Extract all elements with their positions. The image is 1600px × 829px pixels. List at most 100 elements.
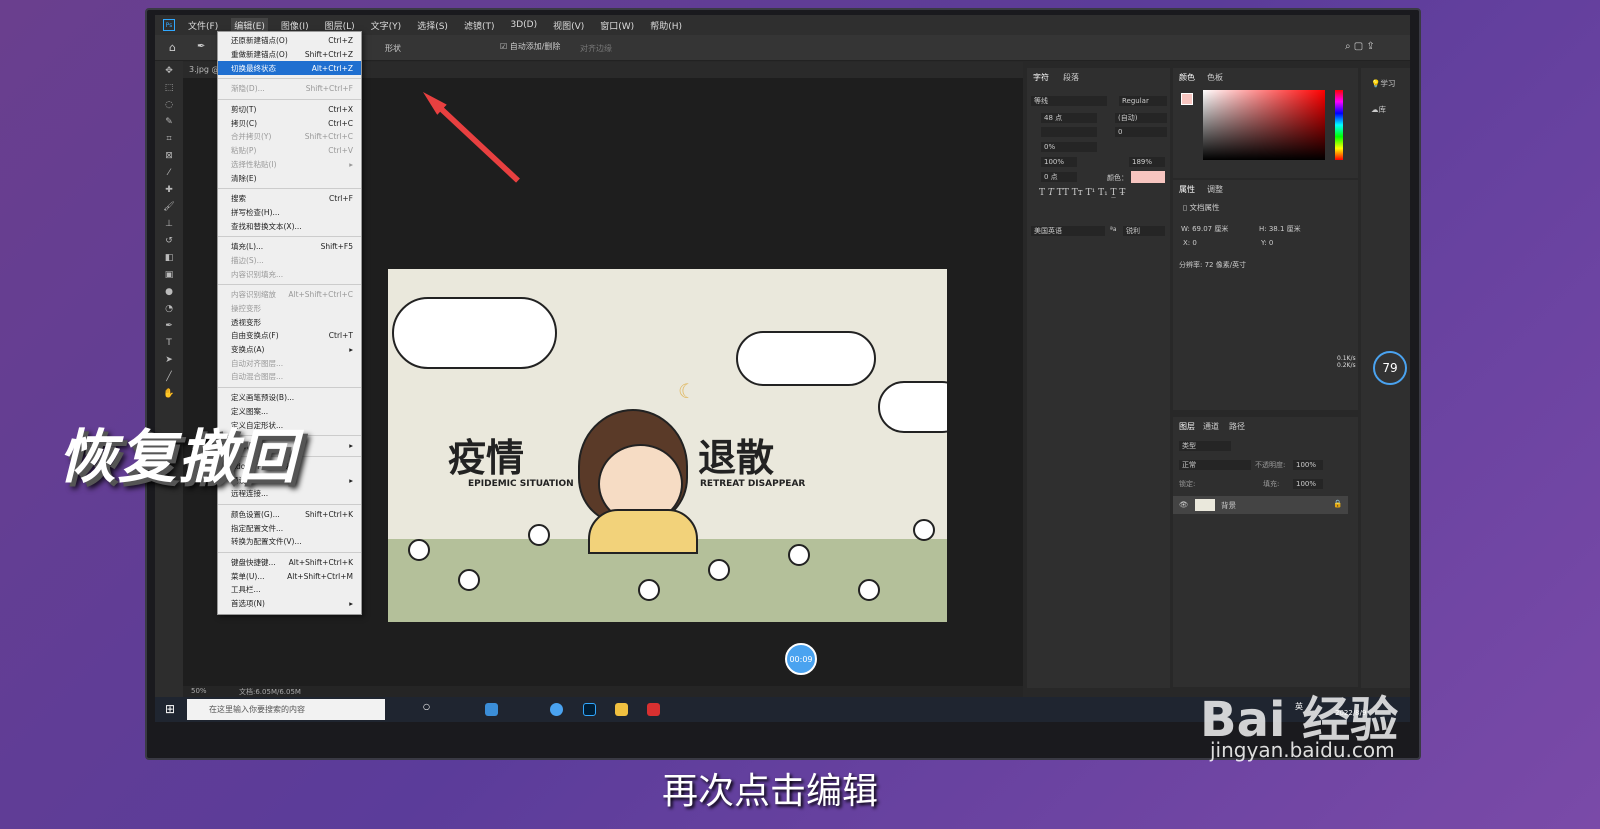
type-icon[interactable]: T xyxy=(162,338,176,350)
edit-menu-item[interactable]: 键盘快捷键... Alt+Shift+Ctrl+K xyxy=(218,556,361,570)
path-select-icon[interactable]: ➤ xyxy=(162,355,176,367)
tab-adjustments[interactable]: 调整 xyxy=(1207,184,1223,195)
hue-slider[interactable] xyxy=(1335,90,1343,160)
layer-row-background[interactable]: 👁 背景 🔒 xyxy=(1173,496,1348,514)
quick-select-icon[interactable]: ✎ xyxy=(162,117,176,129)
dodge-icon[interactable]: ◔ xyxy=(162,304,176,316)
edit-menu-item[interactable]: 填充(L)... Shift+F5 xyxy=(218,240,361,254)
align-edges-checkbox[interactable]: 对齐边缘 xyxy=(580,43,612,54)
kerning-input[interactable] xyxy=(1041,127,1097,137)
tab-character[interactable]: 字符 xyxy=(1033,72,1049,83)
edit-menu-item[interactable]: 合并拷贝(Y) Shift+Ctrl+C xyxy=(218,130,361,144)
edit-menu-item[interactable]: 转换为配置文件(V)... xyxy=(218,535,361,549)
tab-channels[interactable]: 通道 xyxy=(1203,421,1219,432)
auto-add-checkbox[interactable]: ☑ 自动添加/删除 xyxy=(500,41,560,52)
edit-menu-item[interactable]: 粘贴(P) Ctrl+V xyxy=(218,144,361,158)
marquee-tool-icon[interactable]: ⬚ xyxy=(162,83,176,95)
tab-layers[interactable]: 图层 xyxy=(1179,421,1195,432)
line-icon[interactable]: ╱ xyxy=(162,372,176,384)
tab-paths[interactable]: 路径 xyxy=(1229,421,1245,432)
home-icon[interactable]: ⌂ xyxy=(169,41,176,54)
edit-menu-item[interactable]: 查找和替换文本(X)... xyxy=(218,219,361,233)
edit-menu-item[interactable]: 颜色设置(G)... Shift+Ctrl+K xyxy=(218,508,361,522)
edit-menu-item[interactable]: 工具栏... xyxy=(218,583,361,597)
edit-menu-item[interactable]: 定义画笔预设(B)... xyxy=(218,391,361,405)
pen-icon[interactable]: ✒ xyxy=(162,321,176,333)
foreground-color[interactable] xyxy=(1181,93,1193,105)
edit-menu-item[interactable]: 切换最终状态 Alt+Ctrl+Z xyxy=(218,61,361,76)
fill-input[interactable]: 100% xyxy=(1293,479,1323,489)
blur-icon[interactable]: ● xyxy=(162,287,176,299)
gradient-icon[interactable]: ▣ xyxy=(162,270,176,282)
edit-menu-item[interactable]: 搜索 Ctrl+F xyxy=(218,192,361,206)
menu-0[interactable]: 文件(F) xyxy=(185,18,221,33)
photoshop-taskbar-icon[interactable] xyxy=(583,703,596,716)
color-field[interactable] xyxy=(1203,90,1325,160)
cortana-icon[interactable]: ○ xyxy=(423,702,430,711)
zoom-level[interactable]: 50% xyxy=(191,687,207,695)
edit-menu-item[interactable]: 自动对齐图层... xyxy=(218,356,361,370)
blend-mode-select[interactable]: 正常 xyxy=(1179,460,1251,470)
edit-menu-item[interactable]: 内容识别填充... xyxy=(218,267,361,281)
edit-menu-item[interactable]: 选择性粘贴(I) ▸ xyxy=(218,158,361,172)
learn-button[interactable]: 💡学习 xyxy=(1371,78,1395,89)
cpu-gauge[interactable]: 79 xyxy=(1373,351,1407,385)
hand-icon[interactable]: ✋ xyxy=(162,389,176,401)
horizontal-scale-input[interactable]: 189% xyxy=(1129,157,1165,167)
font-size-input[interactable]: 48 点 xyxy=(1041,113,1097,123)
brush-icon[interactable]: 🖌 xyxy=(162,202,176,214)
type-style-buttons[interactable]: T 𝑇 TT Tт T¹ T₁ T̲ T̶ xyxy=(1039,188,1125,198)
edit-menu-item[interactable]: 还原新建锚点(O) Ctrl+Z xyxy=(218,34,361,48)
shape-button[interactable]: 形状 xyxy=(385,43,401,54)
tab-properties[interactable]: 属性 xyxy=(1179,184,1195,195)
vertical-scale-input[interactable]: 100% xyxy=(1041,157,1077,167)
edit-menu-item[interactable]: 首选项(N) ▸ xyxy=(218,597,361,611)
lasso-tool-icon[interactable]: ◌ xyxy=(162,100,176,112)
frame-tool-icon[interactable]: ⊠ xyxy=(162,151,176,163)
edit-menu-item[interactable]: 清除(E) xyxy=(218,171,361,185)
edit-menu-item[interactable]: 变换点(A) ▸ xyxy=(218,343,361,357)
edit-menu-item[interactable]: 透视变形 xyxy=(218,315,361,329)
tab-color[interactable]: 颜色 xyxy=(1179,72,1195,83)
menu-8[interactable]: 视图(V) xyxy=(550,18,587,33)
windows-start-icon[interactable]: ⊞ xyxy=(165,702,175,716)
edit-menu-item[interactable]: 拼写检查(H)... xyxy=(218,206,361,220)
healing-icon[interactable]: ✚ xyxy=(162,185,176,197)
eyedropper-icon[interactable]: ⁄ xyxy=(162,168,176,180)
move-tool-icon[interactable]: ✥ xyxy=(162,66,176,78)
menu-7[interactable]: 3D(D) xyxy=(507,19,540,31)
menu-10[interactable]: 帮助(H) xyxy=(647,18,685,33)
taskbar-search-box[interactable]: 在这里输入你要搜索的内容 xyxy=(187,699,385,720)
edit-menu-item[interactable]: 内容识别缩放 Alt+Shift+Ctrl+C xyxy=(218,288,361,302)
antialias-select[interactable]: 锐利 xyxy=(1123,226,1165,236)
edit-menu-item[interactable]: 菜单(U)... Alt+Shift+Ctrl+M xyxy=(218,569,361,583)
font-style-select[interactable]: Regular xyxy=(1119,96,1167,106)
edit-menu-item[interactable]: 渐隐(D)... Shift+Ctrl+F xyxy=(218,82,361,96)
document-tab[interactable]: 3.jpg @ xyxy=(189,65,220,74)
libraries-button[interactable]: ☁库 xyxy=(1371,104,1386,115)
edit-menu-item[interactable]: 指定配置文件... xyxy=(218,521,361,535)
language-select[interactable]: 美国英语 xyxy=(1031,226,1105,236)
pen-tool-icon[interactable]: ✒ xyxy=(197,41,205,52)
file-explorer-icon[interactable] xyxy=(615,703,628,716)
visibility-eye-icon[interactable]: 👁 xyxy=(1179,500,1189,509)
opacity-input[interactable]: 100% xyxy=(1293,460,1323,470)
menu-5[interactable]: 选择(S) xyxy=(414,18,451,33)
edit-menu-item[interactable]: 剪切(T) Ctrl+X xyxy=(218,103,361,117)
tab-paragraph[interactable]: 段落 xyxy=(1063,72,1079,83)
font-family-select[interactable]: 等线 xyxy=(1031,96,1107,106)
edit-menu-item[interactable]: 操控变形 xyxy=(218,302,361,316)
edit-menu-item[interactable]: 拷贝(C) Ctrl+C xyxy=(218,116,361,130)
leading-input[interactable]: (自动) xyxy=(1115,113,1167,123)
tsume-input[interactable]: 0% xyxy=(1041,142,1097,152)
sogou-browser-icon[interactable] xyxy=(550,703,563,716)
edit-menu-item[interactable]: 描边(S)... xyxy=(218,254,361,268)
search-icon[interactable]: ⌕ ▢ ⇪ xyxy=(1345,41,1375,52)
edit-menu-item[interactable]: 自动混合图层... xyxy=(218,370,361,384)
stamp-icon[interactable]: ⊥ xyxy=(162,219,176,231)
history-brush-icon[interactable]: ↺ xyxy=(162,236,176,248)
text-color-swatch[interactable] xyxy=(1131,171,1165,183)
layer-filter-select[interactable]: 类型 xyxy=(1179,441,1231,451)
baseline-shift-input[interactable]: 0 点 xyxy=(1041,172,1077,182)
tab-swatches[interactable]: 色板 xyxy=(1207,72,1223,83)
